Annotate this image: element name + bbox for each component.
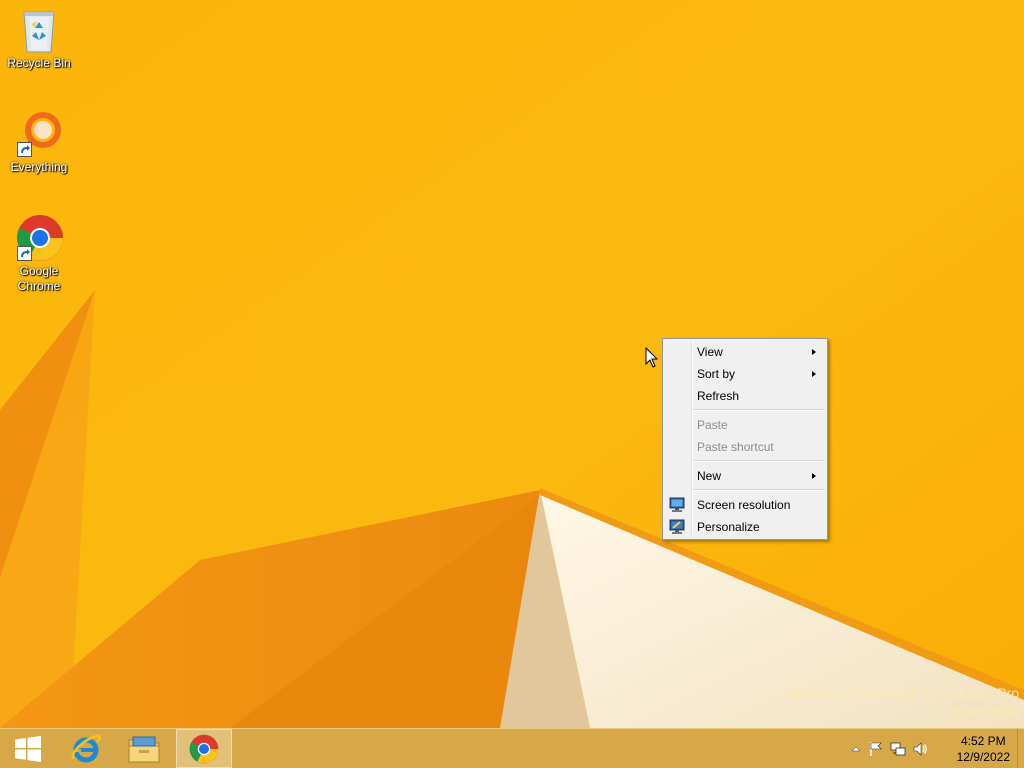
menu-item-label: Paste (697, 418, 728, 432)
mouse-cursor-icon (645, 347, 659, 368)
menu-separator (693, 409, 825, 411)
shortcut-arrow-icon (17, 246, 32, 261)
menu-item-view[interactable]: View (665, 341, 825, 363)
everything-icon (15, 110, 63, 158)
taskbar-internet-explorer[interactable] (58, 729, 114, 768)
menu-item-sort-by[interactable]: Sort by (665, 363, 825, 385)
taskbar-clock[interactable]: 4:52 PM 12/9/2022 (957, 733, 1010, 765)
show-hidden-icons-icon[interactable] (848, 741, 864, 757)
personalize-icon (669, 519, 685, 535)
desktop-icon-everything[interactable]: Everything (3, 110, 75, 175)
volume-icon[interactable] (912, 741, 928, 757)
ie-icon (71, 734, 101, 762)
start-button[interactable] (0, 729, 56, 768)
watermark-edition: Windows Embedded 8.1 Industry Pro (787, 685, 1019, 701)
menu-item-label: Sort by (697, 367, 736, 381)
desktop-icon-label: Everything (10, 160, 68, 174)
submenu-arrow-icon (812, 473, 816, 479)
os-watermark: Windows Embedded 8.1 Industry Pro Build … (788, 684, 1019, 722)
chrome-icon (189, 734, 219, 763)
taskbar-file-explorer[interactable] (116, 729, 172, 768)
menu-separator (693, 460, 825, 462)
taskbar-google-chrome[interactable] (176, 729, 232, 768)
menu-item-label: Refresh (697, 389, 740, 403)
menu-item-label: Screen resolution (697, 498, 791, 512)
menu-item-screen-resolution[interactable]: Screen resolution (665, 494, 825, 516)
clock-time: 4:52 PM (960, 734, 1006, 748)
recycle-bin-icon (15, 6, 63, 54)
menu-item-paste[interactable]: Paste (665, 414, 825, 436)
menu-item-label: View (697, 345, 723, 359)
desktop-context-menu: View Sort by Refresh Paste Paste shortcu… (662, 338, 828, 540)
desktop[interactable]: Recycle Bin Everything Google Chrome Win… (0, 0, 1024, 728)
menu-separator (693, 489, 825, 491)
menu-item-label: New (697, 469, 722, 483)
submenu-arrow-icon (812, 371, 816, 377)
wallpaper (0, 0, 1024, 728)
menu-item-label: Personalize (697, 520, 760, 534)
menu-item-paste-shortcut[interactable]: Paste shortcut (665, 436, 825, 458)
watermark-build: Build 9600 (952, 704, 1019, 720)
desktop-icon-label: Recycle Bin (7, 56, 71, 70)
desktop-icon-google-chrome[interactable]: Google Chrome (3, 214, 75, 294)
clock-date: 12/9/2022 (956, 750, 1010, 764)
system-tray: 4:52 PM 12/9/2022 (844, 729, 1024, 768)
windows-logo-icon (15, 735, 41, 762)
desktop-icon-label: Google Chrome (17, 264, 61, 293)
menu-item-new[interactable]: New (665, 465, 825, 487)
taskbar: 4:52 PM 12/9/2022 (0, 728, 1024, 768)
menu-item-refresh[interactable]: Refresh (665, 385, 825, 407)
menu-item-personalize[interactable]: Personalize (665, 516, 825, 538)
action-center-flag-icon[interactable] (868, 741, 884, 757)
folder-icon (128, 736, 160, 762)
shortcut-arrow-icon (17, 142, 32, 157)
monitor-icon (669, 497, 685, 513)
desktop-icon-recycle-bin[interactable]: Recycle Bin (3, 6, 75, 71)
menu-item-label: Paste shortcut (697, 440, 774, 454)
chrome-icon (15, 214, 63, 262)
network-icon[interactable] (890, 741, 906, 757)
show-desktop-button[interactable] (1017, 729, 1024, 768)
submenu-arrow-icon (812, 349, 816, 355)
